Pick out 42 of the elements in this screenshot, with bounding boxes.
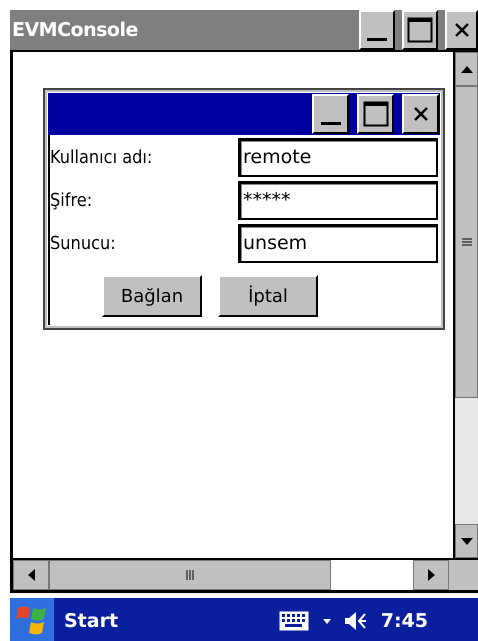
speaker-icon[interactable]: [344, 611, 367, 631]
scroll-thumb[interactable]: [49, 560, 331, 590]
scroll-down-button[interactable]: [455, 524, 478, 558]
field-label: Kullanıcı adı:: [50, 146, 154, 168]
keyboard-icon[interactable]: [278, 611, 309, 631]
close-button[interactable]: [445, 10, 478, 50]
horizontal-scrollbar[interactable]: [13, 558, 478, 593]
field-label: Sunucu:: [50, 232, 117, 254]
vertical-scrollbar[interactable]: [453, 52, 478, 558]
input-field[interactable]: unsem: [238, 224, 438, 262]
maximize-button[interactable]: [357, 94, 394, 134]
scroll-up-button[interactable]: [455, 52, 478, 86]
clock[interactable]: 7:45: [380, 610, 428, 632]
close-icon: [412, 106, 428, 122]
field-label: Şifre:: [50, 190, 94, 210]
flag-icon: [10, 598, 54, 641]
close-icon: [454, 22, 470, 38]
scrollbar-corner: [449, 560, 478, 590]
down-arrow-icon: [460, 538, 472, 544]
right-arrow-icon: [428, 569, 434, 581]
window-title: EVMConsole: [11, 19, 138, 41]
close-button[interactable]: [402, 94, 439, 134]
scroll-right-button[interactable]: [413, 560, 449, 590]
dialog-button[interactable]: İptal: [218, 275, 318, 317]
scroll-left-button[interactable]: [13, 560, 49, 590]
input-field[interactable]: *****: [238, 180, 438, 220]
maximize-button[interactable]: [402, 10, 438, 50]
grip-icon: [462, 238, 472, 246]
input-field[interactable]: remote: [238, 138, 438, 176]
grip-icon: [186, 570, 194, 580]
dialog-button[interactable]: Bağlan: [102, 275, 202, 317]
scroll-thumb[interactable]: [455, 86, 478, 398]
minimize-icon: [367, 38, 387, 41]
caret-icon[interactable]: [322, 618, 331, 624]
maximize-icon: [362, 101, 388, 127]
start-button[interactable]: Start: [10, 598, 118, 641]
left-arrow-icon: [28, 569, 34, 581]
minimize-icon: [320, 122, 340, 125]
minimize-button[interactable]: [359, 10, 395, 50]
up-arrow-icon: [460, 66, 472, 72]
minimize-button[interactable]: [312, 94, 349, 134]
maximize-icon: [407, 17, 433, 43]
